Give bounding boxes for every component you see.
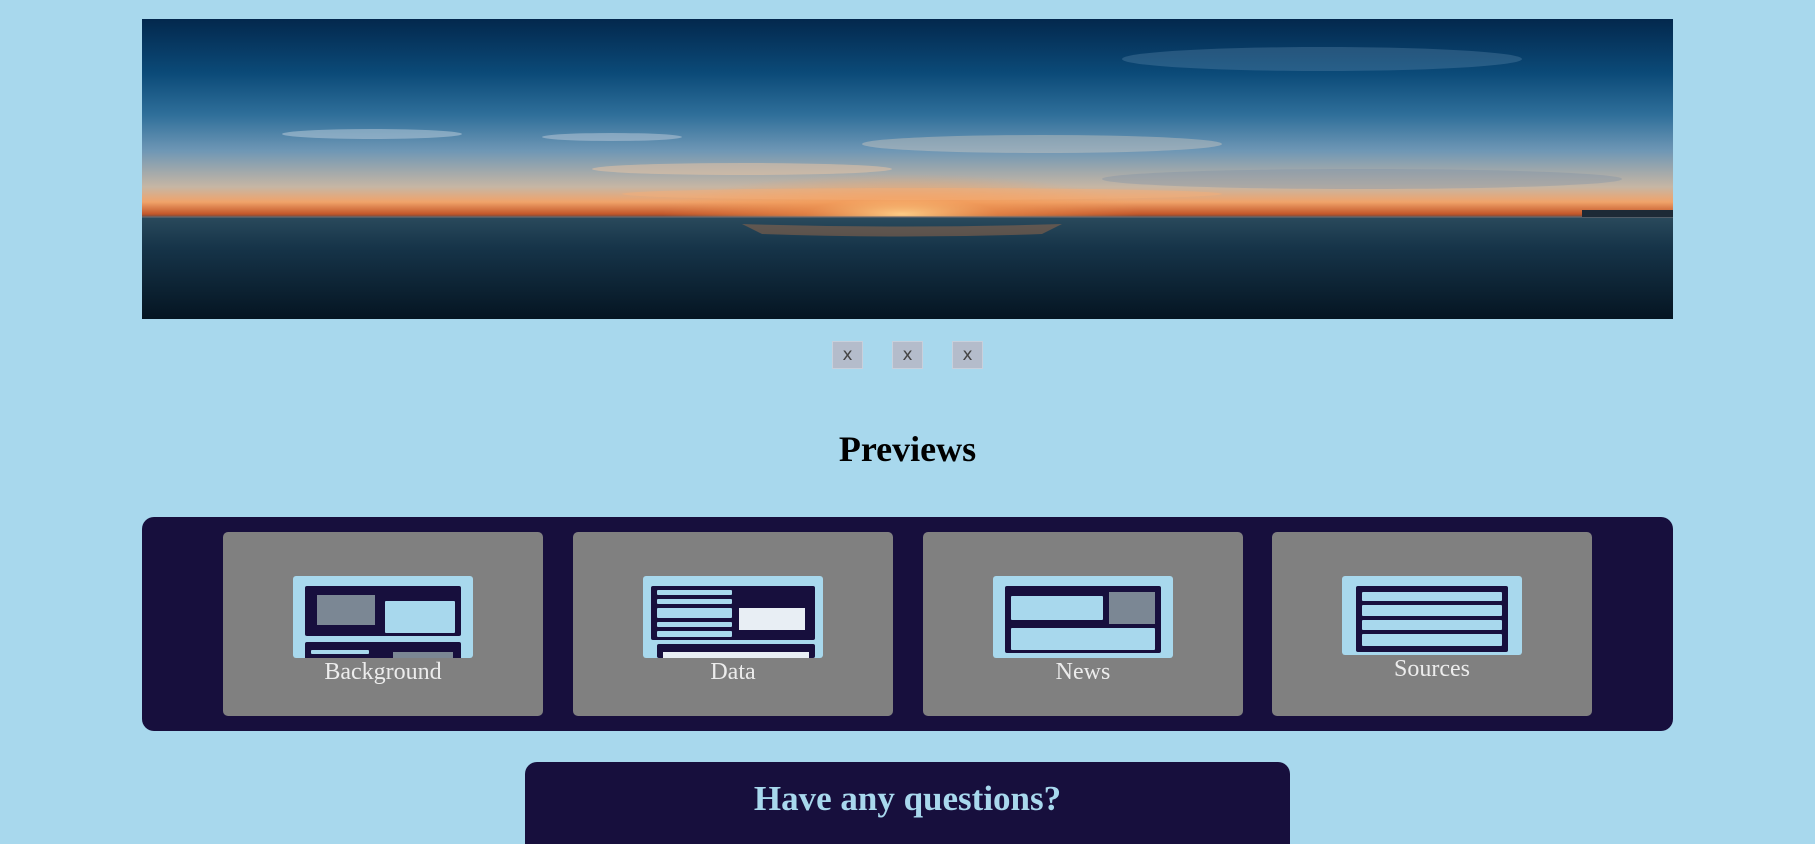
ocean-sunset-illustration [142,47,1673,319]
preview-thumbnail [993,576,1173,658]
questions-section: Have any questions? [525,762,1290,844]
preview-thumbnail [643,576,823,658]
preview-card-news[interactable]: News [923,532,1243,716]
questions-heading: Have any questions? [753,779,1062,818]
broken-image-icon: x [902,345,913,365]
slide-thumb-1[interactable]: x [832,341,863,369]
card-label: Data [710,659,756,685]
slide-thumb-3[interactable]: x [952,341,983,369]
card-label: Sources [1394,656,1470,682]
hero-banner-image [142,19,1673,319]
preview-card-sources[interactable]: Sources [1272,532,1592,716]
previews-panel: Background Data News Sources [142,517,1673,731]
broken-image-icon: x [842,345,853,365]
preview-card-background[interactable]: Background [223,532,543,716]
slide-thumb-2[interactable]: x [892,341,923,369]
broken-image-icon: x [962,345,973,365]
previews-heading: Previews [838,429,977,469]
card-label: Background [324,659,442,685]
preview-card-data[interactable]: Data [573,532,893,716]
preview-thumbnail [293,576,473,658]
slider-thumbnails: x x x [832,341,983,369]
card-label: News [1055,659,1111,685]
preview-thumbnail [1342,576,1522,655]
